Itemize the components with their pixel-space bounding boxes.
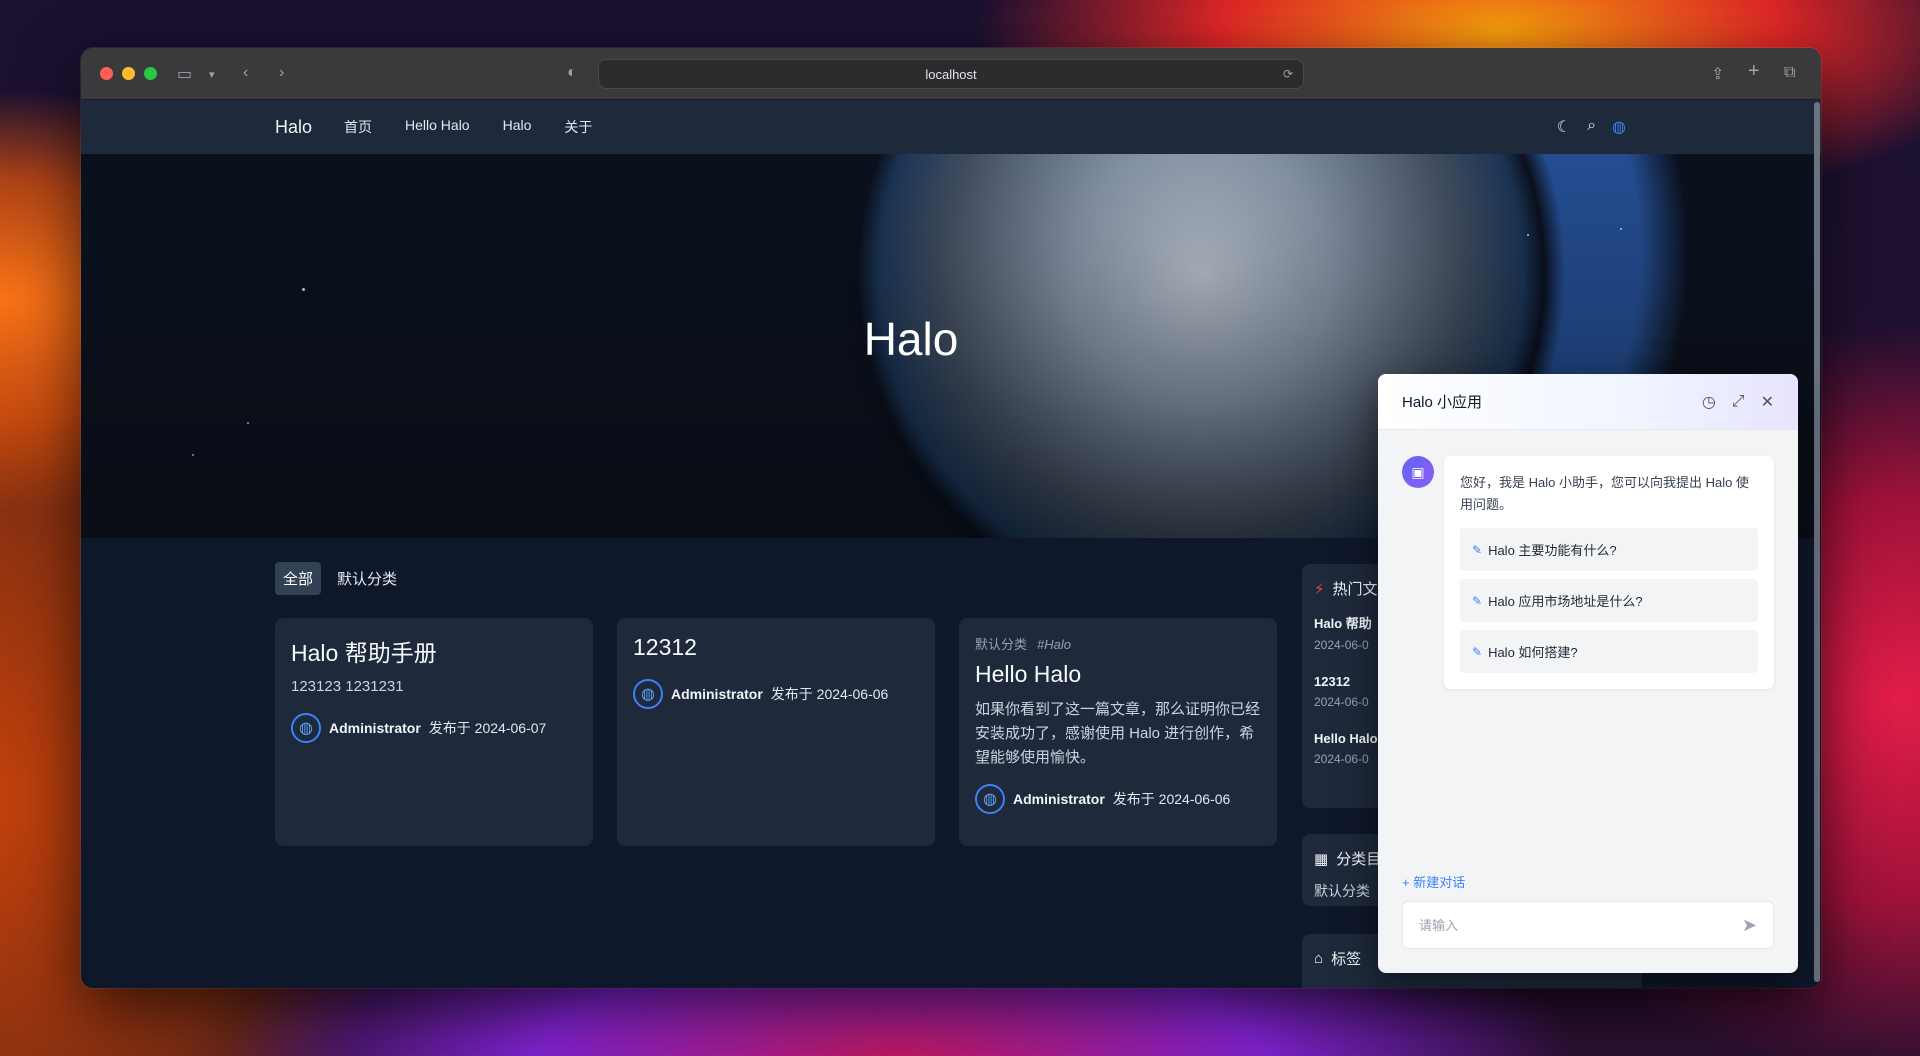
- post-meta: ◍ Administrator 发布于 2024-06-06: [633, 679, 919, 709]
- bot-avatar-icon: ▣: [1402, 456, 1434, 488]
- cat-title: 分类目: [1336, 851, 1382, 868]
- post-author[interactable]: Administrator: [671, 686, 763, 702]
- close-window-button[interactable]: [100, 67, 113, 80]
- chat-input[interactable]: [1419, 917, 1742, 933]
- hero-title: Halo: [863, 313, 959, 365]
- author-avatar: ◍: [291, 713, 321, 743]
- bot-message: 您好，我是 Halo 小助手，您可以向我提出 Halo 使用问题。 ✎ Halo …: [1444, 456, 1774, 689]
- post-category[interactable]: 默认分类: [975, 637, 1027, 652]
- pen-icon: ✎: [1472, 644, 1483, 659]
- dark-mode-icon[interactable]: ☾: [1557, 117, 1571, 137]
- suggestion-button[interactable]: ✎ Halo 如何搭建?: [1460, 630, 1758, 673]
- nav-halo[interactable]: Halo: [503, 117, 532, 137]
- tag-title: 标签: [1331, 951, 1362, 968]
- zoom-window-button[interactable]: [144, 67, 157, 80]
- tag-icon: ⌂: [1314, 950, 1324, 967]
- hot-title: 热门文: [1332, 581, 1378, 598]
- suggestion-button[interactable]: ✎ Halo 应用市场地址是什么?: [1460, 579, 1758, 622]
- send-icon[interactable]: ➤: [1742, 915, 1757, 936]
- filter-all[interactable]: 全部: [275, 562, 322, 595]
- post-excerpt: 如果你看到了这一篇文章，那么证明你已经安装成功了，感谢使用 Halo 进行创作，…: [975, 701, 1261, 766]
- chat-panel: Halo 小应用 ◷ ⤢ ✕ ▣ 您好，我是 Halo 小助手，您可以向我提出 …: [1378, 374, 1798, 973]
- suggestion-label: Halo 应用市场地址是什么?: [1488, 594, 1643, 609]
- post-card[interactable]: 默认分类 #Halo Hello Halo 如果你看到了这一篇文章，那么证明你已经…: [959, 618, 1277, 846]
- post-title[interactable]: 12312: [633, 634, 919, 661]
- post-meta: ◍ Administrator 发布于 2024-06-06: [975, 784, 1261, 814]
- nav-hello-halo[interactable]: Hello Halo: [405, 117, 470, 137]
- expand-icon[interactable]: ⤢: [1732, 393, 1745, 411]
- nav-about[interactable]: 关于: [564, 117, 592, 137]
- back-icon[interactable]: ‹: [243, 64, 248, 82]
- close-icon[interactable]: ✕: [1761, 392, 1774, 412]
- suggestion-label: Halo 主要功能有什么?: [1488, 543, 1617, 558]
- tab-overview-icon[interactable]: ⧉: [1784, 64, 1795, 82]
- post-tag[interactable]: #Halo: [1037, 637, 1071, 652]
- history-icon[interactable]: ◷: [1702, 392, 1716, 412]
- pen-icon: ✎: [1472, 542, 1483, 557]
- share-icon[interactable]: ⇪: [1711, 64, 1724, 84]
- chevron-down-icon[interactable]: ▾: [209, 68, 215, 81]
- category-filter: 全部 默认分类: [275, 562, 405, 595]
- page-scrollbar[interactable]: [1813, 100, 1821, 988]
- reload-icon[interactable]: ⟳: [1283, 67, 1293, 81]
- post-author[interactable]: Administrator: [1013, 791, 1105, 807]
- post-desc: 123123 1231231: [291, 678, 404, 695]
- avatar-globe-icon[interactable]: ◍: [1612, 117, 1626, 137]
- filter-default[interactable]: 默认分类: [329, 562, 405, 595]
- search-icon[interactable]: ⌕: [1587, 117, 1596, 137]
- post-card[interactable]: 12312 ◍ Administrator 发布于 2024-06-06: [617, 618, 935, 846]
- author-avatar: ◍: [633, 679, 663, 709]
- post-date: 发布于 2024-06-06: [770, 686, 889, 702]
- post-title[interactable]: Hello Halo: [975, 661, 1261, 688]
- pen-icon: ✎: [1472, 593, 1483, 608]
- forward-icon[interactable]: ›: [279, 64, 284, 82]
- nav-home[interactable]: 首页: [344, 117, 372, 137]
- chat-title: Halo 小应用: [1402, 394, 1483, 411]
- url-text: localhost: [925, 66, 977, 82]
- suggestion-button[interactable]: ✎ Halo 主要功能有什么?: [1460, 528, 1758, 571]
- grid-icon: ▦: [1314, 850, 1329, 868]
- fire-icon: ⚡: [1314, 580, 1325, 598]
- post-meta: ◍ Administrator 发布于 2024-06-07: [291, 713, 577, 743]
- suggestion-label: Halo 如何搭建?: [1488, 645, 1578, 660]
- post-date: 发布于 2024-06-07: [428, 720, 547, 736]
- browser-toolbar: ▭ ▾ ‹ › ◐ localhost ⟳ ⇪ + ⧉: [81, 48, 1821, 100]
- post-card[interactable]: Halo 帮助手册 123123 1231231 ◍ Administrator…: [275, 618, 593, 846]
- minimize-window-button[interactable]: [122, 67, 135, 80]
- post-author[interactable]: Administrator: [329, 720, 421, 736]
- new-chat-label: 新建对话: [1413, 875, 1466, 890]
- greeting-text: 您好，我是 Halo 小助手，您可以向我提出 Halo 使用问题。: [1460, 475, 1749, 512]
- post-title[interactable]: Halo 帮助手册: [291, 634, 577, 668]
- author-avatar: ◍: [975, 784, 1005, 814]
- privacy-shield-icon[interactable]: ◐: [567, 64, 577, 82]
- site-brand[interactable]: Halo: [275, 117, 312, 138]
- new-tab-icon[interactable]: +: [1748, 60, 1760, 83]
- sidebar-toggle-icon[interactable]: ▭: [177, 64, 192, 84]
- chat-header: Halo 小应用 ◷ ⤢ ✕: [1378, 374, 1798, 430]
- site-navbar: Halo 首页 Hello Halo Halo 关于 ☾ ⌕ ◍: [81, 100, 1821, 154]
- address-bar[interactable]: localhost ⟳: [598, 59, 1304, 89]
- chat-input-box: ➤: [1402, 901, 1774, 949]
- post-date: 发布于 2024-06-06: [1112, 791, 1231, 807]
- new-chat-button[interactable]: + 新建对话: [1402, 872, 1465, 891]
